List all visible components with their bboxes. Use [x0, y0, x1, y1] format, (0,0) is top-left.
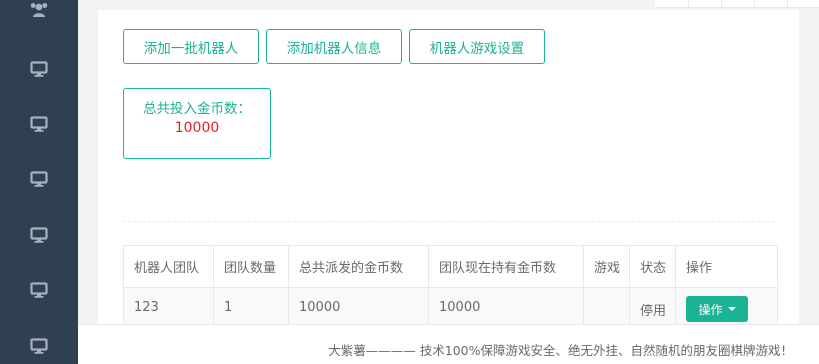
top-strip	[655, 0, 819, 8]
robot-game-settings-button[interactable]: 机器人游戏设置	[409, 29, 545, 64]
dashed-divider	[123, 221, 775, 222]
total-coins-box: 总共投入金币数： 10000	[123, 88, 271, 159]
table-header-row: 机器人团队 团队数量 总共派发的金币数 团队现在持有金币数 游戏 状态 操作	[123, 245, 778, 288]
action-dropdown-button[interactable]: 操作	[686, 296, 748, 322]
footer-text: 大紫薯———— 技术100%保障游戏安全、绝无外挂、自然随机的朋友圈棋牌游戏！	[328, 343, 793, 358]
column-header-action: 操作	[675, 245, 778, 288]
desktop-icon[interactable]	[28, 335, 50, 357]
column-header-team: 机器人团队	[123, 245, 214, 288]
add-robot-info-button[interactable]: 添加机器人信息	[266, 29, 402, 64]
desktop-icon[interactable]	[28, 224, 50, 246]
desktop-icon[interactable]	[28, 168, 50, 190]
content-panel: 添加一批机器人 添加机器人信息 机器人游戏设置 总共投入金币数： 10000 机…	[98, 10, 799, 364]
robot-team-table: 机器人团队 团队数量 总共派发的金币数 团队现在持有金币数 游戏 状态 操作 1…	[123, 245, 778, 332]
footer: 大紫薯———— 技术100%保障游戏安全、绝无外挂、自然随机的朋友圈棋牌游戏！	[78, 324, 819, 364]
desktop-icon[interactable]	[28, 279, 50, 301]
desktop-icon[interactable]	[28, 58, 50, 80]
column-header-status: 状态	[629, 245, 676, 288]
action-button-label: 操作	[698, 302, 723, 317]
column-header-game: 游戏	[583, 245, 630, 288]
users-icon[interactable]	[28, 0, 50, 20]
column-header-count: 团队数量	[213, 245, 289, 288]
column-header-total-distributed: 总共派发的金币数	[288, 245, 429, 288]
column-header-current-holding: 团队现在持有金币数	[428, 245, 584, 288]
total-coins-value: 10000	[174, 120, 220, 136]
sidebar	[0, 0, 78, 364]
add-batch-robots-button[interactable]: 添加一批机器人	[123, 29, 259, 64]
desktop-icon[interactable]	[28, 113, 50, 135]
caret-down-icon	[727, 307, 736, 311]
total-coins-label: 总共投入金币数：	[143, 101, 251, 117]
